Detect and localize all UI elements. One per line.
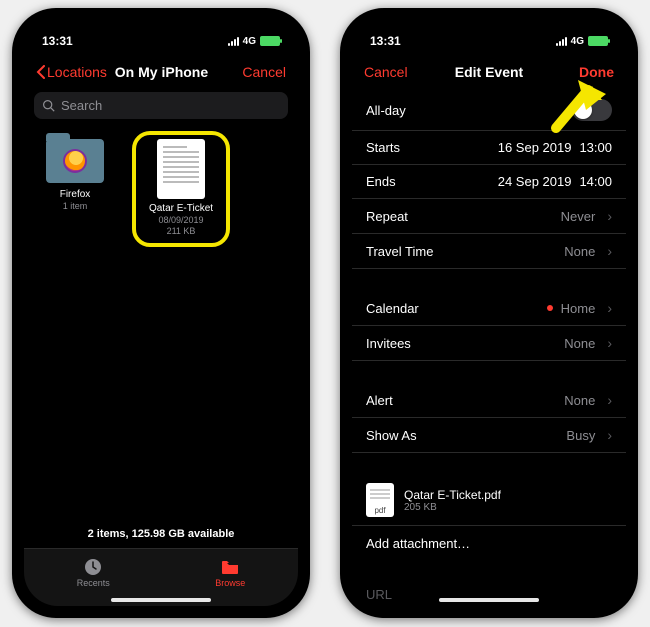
folder-meta: 1 item <box>36 201 114 212</box>
status-time: 13:31 <box>370 34 401 48</box>
row-show-as[interactable]: Show As Busy› <box>352 418 626 453</box>
notch <box>424 20 554 42</box>
cancel-button[interactable]: Cancel <box>364 64 434 80</box>
row-invitees[interactable]: Invitees None› <box>352 326 626 361</box>
iphone-calendar-edit: 13:31 4G Cancel Edit Event Done All-day … <box>340 8 638 618</box>
chevron-right-icon: › <box>607 300 612 316</box>
file-size: 211 KB <box>142 226 220 237</box>
chevron-right-icon: › <box>607 392 612 408</box>
highlight-annotation: Qatar E-Ticket 08/09/2019 211 KB <box>132 131 230 247</box>
network-label: 4G <box>243 36 256 47</box>
attachment-size: 205 KB <box>404 502 501 513</box>
row-travel-time[interactable]: Travel Time None› <box>352 234 626 269</box>
battery-icon <box>260 36 280 46</box>
row-allday[interactable]: All-day <box>352 90 626 131</box>
allday-label: All-day <box>366 103 406 118</box>
firefox-icon <box>63 149 87 173</box>
row-ends[interactable]: Ends 24 Sep 2019 14:00 <box>352 165 626 199</box>
signal-icon <box>228 37 239 46</box>
row-starts[interactable]: Starts 16 Sep 2019 13:00 <box>352 131 626 165</box>
add-attachment-button[interactable]: Add attachment… <box>352 526 626 561</box>
nav-bar: Cancel Edit Event Done <box>352 54 626 90</box>
nav-title: On My iPhone <box>115 64 208 80</box>
chevron-right-icon: › <box>607 335 612 351</box>
done-button[interactable]: Done <box>544 64 614 80</box>
ends-date: 24 Sep 2019 <box>498 174 572 189</box>
folder-name: Firefox <box>36 189 114 201</box>
document-icon <box>157 139 205 199</box>
search-input[interactable]: Search <box>34 92 288 119</box>
file-name: Qatar E-Ticket <box>142 203 220 215</box>
tab-recents[interactable]: Recents <box>77 557 110 588</box>
row-calendar[interactable]: Calendar Home› <box>352 291 626 326</box>
row-alert[interactable]: Alert None› <box>352 383 626 418</box>
clock-icon <box>83 557 103 577</box>
storage-status: 2 items, 125.98 GB available <box>24 528 298 540</box>
allday-toggle[interactable] <box>572 99 612 121</box>
search-icon <box>42 99 55 112</box>
notch <box>96 20 226 42</box>
file-date: 08/09/2019 <box>142 215 220 226</box>
pdf-icon: pdf <box>366 483 394 517</box>
starts-time: 13:00 <box>579 140 612 155</box>
chevron-right-icon: › <box>607 208 612 224</box>
nav-title: Edit Event <box>455 64 523 80</box>
home-indicator[interactable] <box>111 598 211 602</box>
folder-icon <box>46 139 104 183</box>
file-qatar-eticket[interactable]: Qatar E-Ticket 08/09/2019 211 KB <box>142 139 220 237</box>
attachment-name: Qatar E-Ticket.pdf <box>404 488 501 502</box>
chevron-right-icon: › <box>607 427 612 443</box>
signal-icon <box>556 37 567 46</box>
search-placeholder: Search <box>61 98 102 113</box>
chevron-left-icon <box>36 65 45 79</box>
home-indicator[interactable] <box>439 598 539 602</box>
battery-icon <box>588 36 608 46</box>
iphone-files-app: 13:31 4G Locations On My iPhone Cancel S… <box>12 8 310 618</box>
chevron-right-icon: › <box>607 243 612 259</box>
row-repeat[interactable]: Repeat Never› <box>352 199 626 234</box>
network-label: 4G <box>571 36 584 47</box>
ends-time: 14:00 <box>579 174 612 189</box>
attachment-item[interactable]: pdf Qatar E-Ticket.pdf 205 KB <box>352 475 626 526</box>
back-button[interactable]: Locations <box>36 64 107 80</box>
folder-firefox[interactable]: Firefox 1 item <box>36 133 114 247</box>
nav-bar: Locations On My iPhone Cancel <box>24 54 298 90</box>
folder-icon <box>220 557 240 577</box>
back-label: Locations <box>47 64 107 80</box>
tab-browse[interactable]: Browse <box>215 557 245 588</box>
starts-date: 16 Sep 2019 <box>498 140 572 155</box>
status-time: 13:31 <box>42 34 73 48</box>
cancel-button[interactable]: Cancel <box>216 64 286 80</box>
calendar-color-dot <box>547 305 553 311</box>
